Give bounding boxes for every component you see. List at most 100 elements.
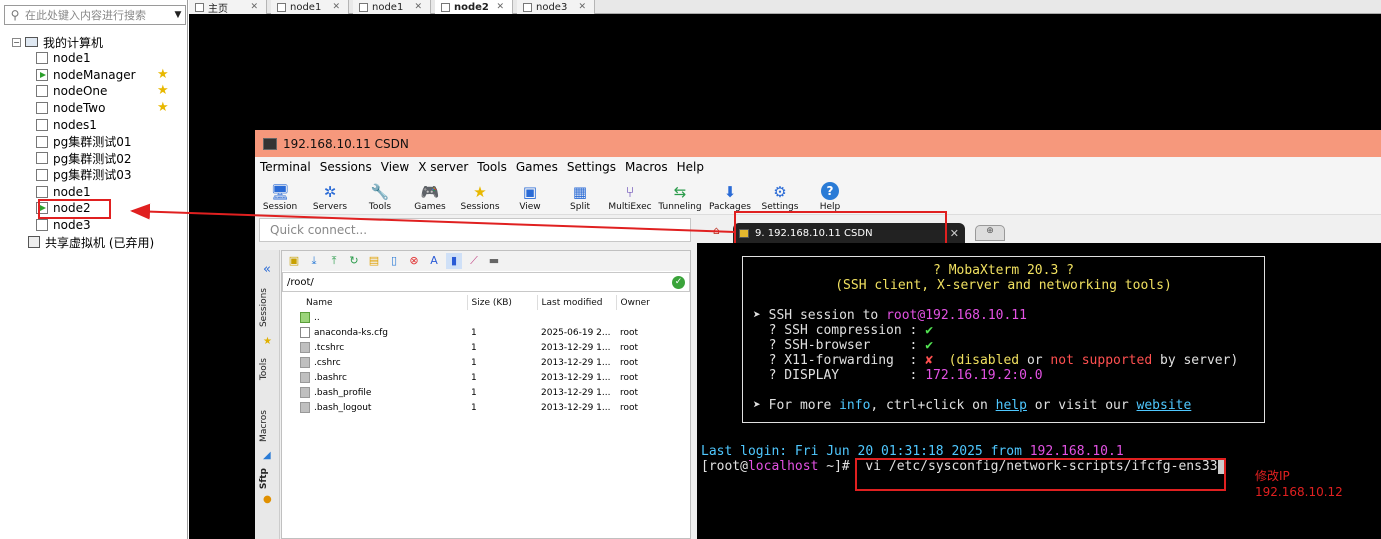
website-link[interactable]: website xyxy=(1137,398,1192,413)
close-tab-icon[interactable]: ✕ xyxy=(950,227,959,240)
toolbar-button-packages[interactable]: ⬇ Packages xyxy=(705,177,755,214)
tree-shared[interactable]: 共享虚拟机 (已弃用) xyxy=(28,234,154,250)
menu-item[interactable]: Games xyxy=(516,160,558,174)
window-title-bar[interactable]: 192.168.10.11 CSDN xyxy=(255,130,1381,157)
menu-item[interactable]: Terminal xyxy=(260,160,311,174)
file-row[interactable]: anaconda-ks.cfg 1 2025-06-19 2... root xyxy=(282,325,686,340)
tree-item[interactable]: pg集群测试02 xyxy=(36,150,132,166)
tree-item[interactable]: node1 xyxy=(36,184,91,200)
mobaxterm-icon xyxy=(263,137,277,150)
permissions-icon[interactable]: ⟋ xyxy=(466,253,482,269)
toolbar-button-split[interactable]: ▦ Split xyxy=(555,177,605,214)
file-size: 1 xyxy=(471,372,477,383)
toolbar-button-servers[interactable]: ✲ Servers xyxy=(305,177,355,214)
computer-icon xyxy=(25,37,38,47)
more-info-line: ➤ For more info, ctrl+click on help or v… xyxy=(753,398,1192,413)
side-tab-sessions[interactable]: Sessions xyxy=(259,288,269,327)
download-icon[interactable]: ⤓ xyxy=(306,253,322,269)
menu-item[interactable]: Help xyxy=(677,160,704,174)
close-icon[interactable]: ✕ xyxy=(414,2,422,12)
library-search[interactable]: ⚲ 在此处键入内容进行搜索 ▼ xyxy=(4,5,186,25)
tree-item[interactable]: pg集群测试01 xyxy=(36,134,132,150)
file-row[interactable]: .. xyxy=(282,310,686,325)
new-file-icon[interactable]: ▯ xyxy=(386,253,402,269)
last-login-line: Last login: Fri Jun 20 01:31:18 2025 fro… xyxy=(701,444,1124,459)
file-row[interactable]: .bash_profile 1 2013-12-29 1... root xyxy=(282,385,686,400)
file-icon xyxy=(300,342,310,353)
toolbar-button-multiexec[interactable]: ⑂ MultiExec xyxy=(605,177,655,214)
menu-item[interactable]: Macros xyxy=(625,160,668,174)
tree-item[interactable]: nodes1 xyxy=(36,117,97,133)
sftp-path-bar[interactable]: /root/ ✓ xyxy=(282,272,690,292)
tree-root[interactable]: − 我的计算机 xyxy=(12,34,103,50)
delete-icon[interactable]: ⊗ xyxy=(406,253,422,269)
quick-connect-input[interactable]: Quick connect... xyxy=(259,218,691,242)
tree-item-label: pg集群测试03 xyxy=(53,168,132,183)
col-name[interactable]: Name xyxy=(282,295,468,310)
tree-item[interactable]: nodeTwo xyxy=(36,100,105,116)
menu-item[interactable]: View xyxy=(381,160,409,174)
new-folder-icon[interactable]: ▤ xyxy=(366,253,382,269)
upload-icon[interactable]: ⤒ xyxy=(326,253,342,269)
sftp-path[interactable]: /root/ xyxy=(287,277,314,288)
vm-tab[interactable]: 主页 ✕ xyxy=(189,0,267,15)
new-tab-button[interactable]: ⊕ xyxy=(975,225,1005,241)
toolbar-button-settings[interactable]: ⚙ Settings xyxy=(755,177,805,214)
path-ok-icon[interactable]: ✓ xyxy=(672,275,685,289)
col-modified[interactable]: Last modified xyxy=(537,295,617,310)
col-owner[interactable]: Owner xyxy=(616,295,686,310)
chevron-down-icon[interactable]: ▼ xyxy=(171,10,185,20)
parent-folder-icon[interactable]: ▣ xyxy=(286,253,302,269)
close-icon[interactable]: ✕ xyxy=(250,2,258,12)
collapse-toggle[interactable]: − xyxy=(12,37,21,47)
tree-item[interactable]: node1 xyxy=(36,50,91,66)
file-row[interactable]: .cshrc 1 2013-12-29 1... root xyxy=(282,355,686,370)
side-tab-sftp[interactable]: Sftp xyxy=(259,468,269,489)
file-row[interactable]: .bash_logout 1 2013-12-29 1... root xyxy=(282,400,686,415)
settings-icon: ⚙ xyxy=(773,183,787,201)
star-icon[interactable]: ★ xyxy=(157,100,169,115)
refresh-icon[interactable]: ↻ xyxy=(346,253,362,269)
tree-item[interactable]: nodeOne xyxy=(36,83,107,99)
help-link[interactable]: help xyxy=(996,398,1027,413)
close-icon[interactable]: ✕ xyxy=(332,2,340,12)
menu-item[interactable]: X server xyxy=(418,160,468,174)
vm-tab[interactable]: node2 ✕ xyxy=(435,0,513,14)
toolbar-button-games[interactable]: 🎮 Games xyxy=(405,177,455,214)
vm-tab[interactable]: node1 ✕ xyxy=(271,0,349,14)
menu-item[interactable]: Tools xyxy=(477,160,507,174)
tree-item[interactable]: node3 xyxy=(36,217,91,233)
toolbar-button-sessions[interactable]: ★ Sessions xyxy=(455,177,505,214)
file-row[interactable]: .bashrc 1 2013-12-29 1... root xyxy=(282,370,686,385)
star-icon[interactable]: ★ xyxy=(157,83,169,98)
file-size: 1 xyxy=(471,342,477,353)
side-tab-tools[interactable]: Tools xyxy=(259,358,269,380)
side-tab-strip: « Sessions ★ Tools Macros ◢ Sftp ● xyxy=(255,250,280,539)
hidden-files-icon[interactable]: ▬ xyxy=(486,253,502,269)
rename-icon[interactable]: A xyxy=(426,253,442,269)
search-input[interactable]: 在此处键入内容进行搜索 xyxy=(25,7,171,23)
toolbar-button-help[interactable]: ? Help xyxy=(805,177,855,214)
annotation-line-2: 192.168.10.12 xyxy=(1255,485,1343,499)
menu-item[interactable]: Settings xyxy=(567,160,616,174)
toolbar-button-tools[interactable]: 🔧 Tools xyxy=(355,177,405,214)
tree-item[interactable]: nodeManager xyxy=(36,67,136,83)
toolbar-button-session[interactable]: 🖥 Session xyxy=(255,177,305,214)
toolbar-button-tunneling[interactable]: ⇆ Tunneling xyxy=(655,177,705,214)
tree-item[interactable]: pg集群测试03 xyxy=(36,167,132,183)
vm-tab[interactable]: node3 ✕ xyxy=(517,0,595,14)
x11-line: ? X11-forwarding : ✘ (disabled or not su… xyxy=(753,353,1239,368)
file-row[interactable]: .tcshrc 1 2013-12-29 1... root xyxy=(282,340,686,355)
toolbar-button-view[interactable]: ▣ View xyxy=(505,177,555,214)
home-icon[interactable]: ⌂ xyxy=(713,224,731,242)
vm-tab[interactable]: node1 ✕ xyxy=(353,0,431,14)
terminal-follow-icon[interactable]: ▮ xyxy=(446,253,462,269)
col-size[interactable]: Size (KB) xyxy=(467,295,538,310)
menu-item[interactable]: Sessions xyxy=(320,160,372,174)
side-tab-macros[interactable]: Macros xyxy=(259,410,269,442)
vm-tab-label: node3 xyxy=(536,1,568,13)
close-icon[interactable]: ✕ xyxy=(496,2,504,12)
star-icon[interactable]: ★ xyxy=(157,67,169,82)
close-icon[interactable]: ✕ xyxy=(578,2,586,12)
collapse-arrow-icon[interactable]: « xyxy=(263,262,271,277)
